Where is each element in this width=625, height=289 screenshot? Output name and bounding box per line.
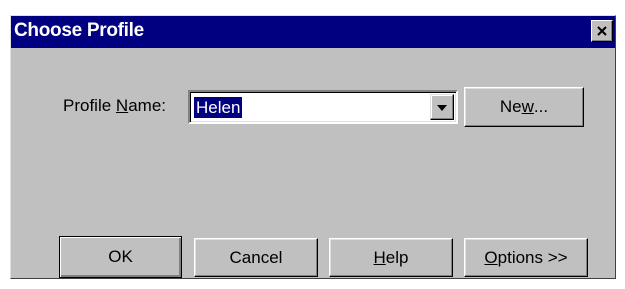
chevron-down-icon <box>437 98 447 116</box>
new-profile-button[interactable]: Ne w... <box>464 87 584 127</box>
choose-profile-dialog: Choose Profile Profile Name: Helen Ne w..… <box>10 15 616 279</box>
dialog-title: Choose Profile <box>14 20 144 41</box>
help-button[interactable]: Help <box>329 238 453 277</box>
title-bar[interactable]: Choose Profile <box>11 16 615 48</box>
options-button[interactable]: Options >> <box>464 238 588 277</box>
profile-name-combobox[interactable]: Helen <box>188 90 458 124</box>
profile-name-value[interactable]: Helen <box>194 97 243 118</box>
cancel-button[interactable]: Cancel <box>194 238 318 277</box>
close-button[interactable] <box>591 20 613 42</box>
close-icon <box>597 26 607 36</box>
profile-name-label: Profile Name: <box>63 96 166 115</box>
ok-button[interactable]: OK <box>59 236 182 278</box>
dropdown-button[interactable] <box>430 94 454 120</box>
